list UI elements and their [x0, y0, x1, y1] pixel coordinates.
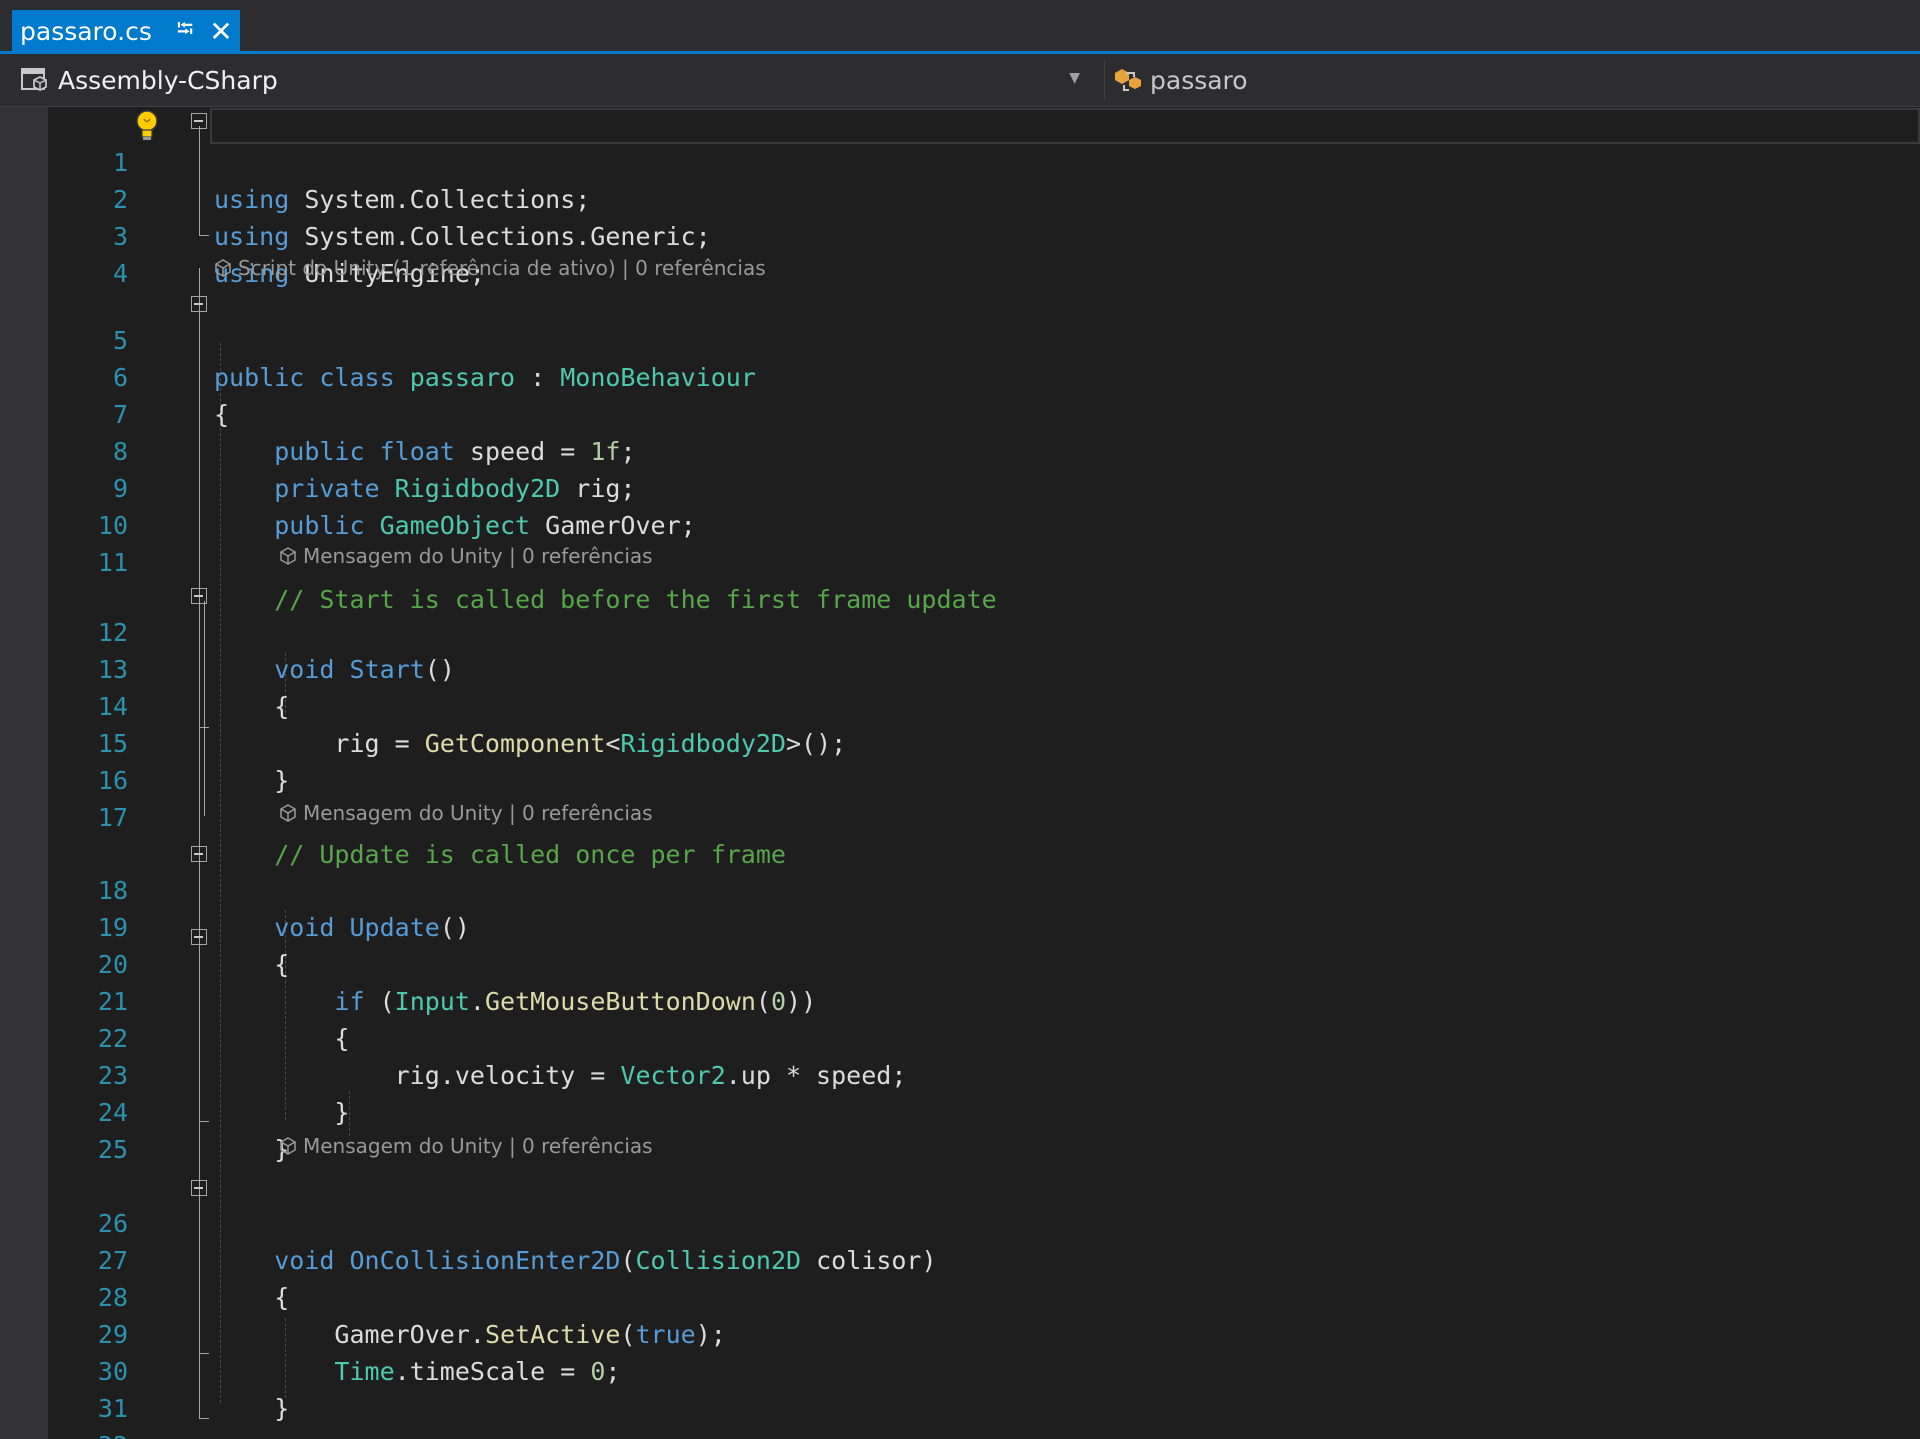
line-number: 25: [97, 1135, 128, 1164]
code-line[interactable]: 22 rig.velocity = Vector2.up * speed;: [0, 983, 1920, 1090]
line-number: 11: [97, 548, 128, 577]
codelens-text: Mensagem do Unity | 0 referências: [303, 801, 653, 825]
code-line[interactable]: 17 // Update is called once per frame: [0, 762, 1920, 869]
code-line[interactable]: 24 }: [0, 1057, 1920, 1164]
class-name: passaro: [1150, 65, 1248, 95]
code-line[interactable]: 2 using System.Collections.Generic;: [0, 144, 1920, 251]
code-line[interactable]: 29 Time.timeScale = 0;: [0, 1279, 1920, 1386]
code-line[interactable]: 3 using UnityEngine;: [0, 181, 1920, 288]
codelens-text: Mensagem do Unity | 0 referências: [303, 1134, 653, 1158]
codelens-text: Script do Unity (1 referência de ativo) …: [238, 256, 766, 280]
code-line[interactable]: 10: [0, 470, 1920, 540]
code-line[interactable]: 31: [0, 1353, 1920, 1423]
code-line[interactable]: 18 void Update(): [0, 835, 1920, 942]
code-line[interactable]: 8 private Rigidbody2D rig;: [0, 396, 1920, 503]
class-dropdown[interactable]: passaro: [1112, 54, 1812, 106]
code-line[interactable]: 23 }: [0, 1020, 1920, 1127]
close-icon[interactable]: ✕: [206, 15, 236, 48]
code-line[interactable]: 4: [0, 218, 1920, 288]
unity-cube-icon: [280, 1137, 296, 1155]
document-tab-strip: passaro.cs ⭾ ✕: [0, 0, 1920, 54]
line-number: 17: [97, 803, 128, 832]
code-line[interactable]: 26 void OnCollisionEnter2D(Collision2D c…: [0, 1168, 1920, 1275]
code-line[interactable]: 16: [0, 725, 1920, 795]
codelens-collision[interactable]: Mensagem do Unity | 0 referências: [279, 1131, 653, 1161]
tab-title: passaro.cs: [20, 16, 152, 46]
code-line[interactable]: 20 if (Input.GetMouseButtonDown(0)): [0, 909, 1920, 1016]
code-text: }: [214, 1135, 290, 1164]
pin-icon[interactable]: ⭾: [170, 12, 200, 50]
code-line[interactable]: 13 {: [0, 614, 1920, 721]
navigation-bar: Assembly-CSharp ▼ passaro: [0, 54, 1920, 107]
editor-area[interactable]: 1 using System.Collections; 2 using Syst…: [0, 107, 1920, 1439]
code-line[interactable]: 25: [0, 1094, 1920, 1164]
code-line[interactable]: 30 }: [0, 1316, 1920, 1423]
code-line[interactable]: 15 }: [0, 688, 1920, 795]
project-dropdown[interactable]: Assembly-CSharp ▼: [12, 54, 1092, 106]
csharp-project-icon: [21, 68, 47, 92]
code-line[interactable]: 27 {: [0, 1205, 1920, 1312]
code-line[interactable]: 14 rig = GetComponent<Rigidbody2D>();: [0, 651, 1920, 758]
code-line[interactable]: 11 // Start is called before the first f…: [0, 507, 1920, 614]
line-number: 32: [60, 1427, 128, 1439]
code-editor-window: passaro.cs ⭾ ✕ Assembly-CSharp ▼ passaro…: [0, 0, 1920, 1439]
unity-cube-icon: [215, 259, 231, 277]
code-line[interactable]: 21 {: [0, 946, 1920, 1053]
code-line[interactable]: 19 {: [0, 872, 1920, 979]
project-name: Assembly-CSharp: [58, 65, 278, 95]
code-line[interactable]: 6 {: [0, 322, 1920, 429]
code-line[interactable]: 28 GamerOver.SetActive(true);: [0, 1242, 1920, 1349]
code-line[interactable]: 32 }: [0, 1390, 1920, 1439]
code-line[interactable]: 9 public GameObject GamerOver;: [0, 433, 1920, 540]
codelens-class[interactable]: Script do Unity (1 referência de ativo) …: [214, 253, 766, 283]
chevron-down-icon[interactable]: ▼: [1069, 70, 1080, 86]
unity-cube-icon: [280, 547, 296, 565]
code-line[interactable]: 5 public class passaro : MonoBehaviour: [0, 285, 1920, 392]
tab-passaro-cs[interactable]: passaro.cs ⭾ ✕: [12, 10, 240, 52]
codelens-text: Mensagem do Unity | 0 referências: [303, 544, 653, 568]
codelens-update[interactable]: Mensagem do Unity | 0 referências: [279, 798, 653, 828]
unity-cube-icon: [280, 804, 296, 822]
nav-separator: [1104, 60, 1105, 100]
code-line[interactable]: 12 void Start(): [0, 577, 1920, 684]
codelens-start[interactable]: Mensagem do Unity | 0 referências: [279, 541, 653, 571]
code-line[interactable]: 1 using System.Collections;: [0, 107, 1920, 214]
code-line[interactable]: 7 public float speed = 1f;: [0, 359, 1920, 466]
class-icon: [1115, 69, 1141, 91]
